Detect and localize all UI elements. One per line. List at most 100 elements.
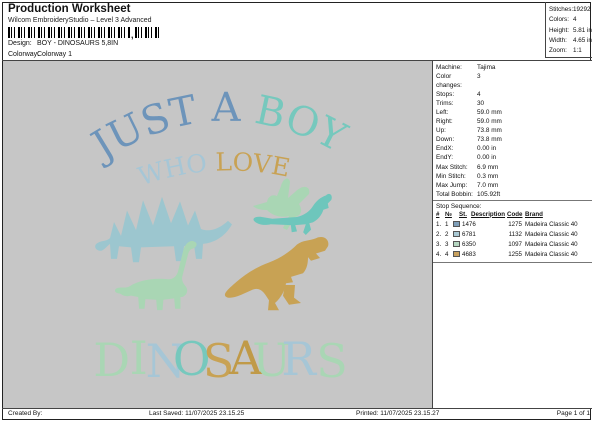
endy-value: 0.00 in [477,154,497,162]
row2-no: 2 [445,230,449,238]
embroidery-design: JUST A BOY WHO LOVES D I [0,38,354,388]
left-label: Left: [436,109,449,117]
color-changes-value: 3 [477,73,481,81]
total-bobbin-label: Total Bobbin: [436,190,473,198]
row4-brand: Madeira Classic 40 [525,250,578,258]
trex-silhouette [224,237,329,311]
barcode-bars-tail [134,27,161,38]
row1-code: 1275 [508,220,522,228]
up-value: 73.8 mm [477,127,502,135]
colorway-row: Colorway: Colorway 1 [8,51,72,58]
barcode-bars-main [8,27,130,38]
row3-num: 3. [436,240,442,248]
row1-thread-swatch [453,220,460,228]
machine-stats-list: Machine: Tajima Color changes: 3 Stops: 4 T… [433,61,592,199]
colors-label: Colors: [549,16,569,24]
design-preview: JUST A BOY WHO LOVES D I [0,38,432,408]
stop-table-bottom-border [433,261,592,263]
production-worksheet-page: Production Worksheet Wilcom EmbroiderySt… [0,0,600,424]
row1-st: 1476 [462,220,476,228]
design-label: Design: [8,40,32,47]
trex-back-leg [283,285,301,305]
design-name-row: Design: BOY - DINOSAURS 5,8IN [8,40,118,47]
machine-value: Tajima [477,64,496,71]
stop-row-4: 4. 4 4683 1255 Madeira Classic 40 [433,250,592,260]
zoom-value: 1:1 [573,47,582,55]
footer-divider [2,408,592,409]
row3-code: 1097 [508,240,522,248]
row4-code: 1255 [508,250,522,258]
col-brand: Brand [525,210,543,218]
row3-brand: Madeira Classic 40 [525,240,578,248]
row1-brand: Madeira Classic 40 [525,220,578,228]
min-stitch-value: 0.3 mm [477,172,499,180]
brontosaurus-silhouette [114,240,197,311]
row2-thread-swatch [453,230,460,238]
color-changes-label: Color changes: [436,73,462,90]
col-no: № [445,210,452,218]
stop-sequence-header: # № St. Description Code Brand [433,211,592,220]
width-label: Width: [549,36,567,44]
colors-value: 4 [573,16,577,24]
stops-value: 4 [477,91,481,99]
row4-thread-swatch [453,250,460,258]
text-who: WHO [135,148,216,192]
max-jump-value: 7.0 mm [477,181,499,189]
max-stitch-label: Max Stitch: [436,163,468,171]
row3-st: 6350 [462,240,476,248]
stop-row-2: 2. 2 6781 1132 Madeira Classic 40 [433,230,592,240]
col-st: St. [459,210,467,218]
software-subtitle: Wilcom EmbroideryStudio – Level 3 Advanc… [8,17,152,24]
row1-num: 1. [436,220,442,228]
right-label: Right: [436,118,453,126]
left-value: 59.0 mm [477,109,502,117]
row4-no: 4 [445,250,449,258]
trims-value: 30 [477,100,485,108]
row3-thread-swatch [453,240,460,248]
stitches-label: Stitches: [549,6,574,13]
stop-row-3: 3. 3 6350 1097 Madeira Classic 40 [433,240,592,250]
row2-num: 2. [436,230,442,238]
col-description: Description [471,210,506,218]
endx-label: EndX: [436,145,454,153]
total-bobbin-value: 105.92ft [477,190,501,198]
row2-brand: Madeira Classic 40 [525,230,578,238]
text-dinosaurs: D I N O S A U R S [93,331,348,388]
height-value: 5.81 in [573,26,592,34]
stitches-value: 19292 [573,6,591,13]
design-barcode: , [8,26,161,40]
row3-no: 3 [445,240,449,248]
up-label: Up: [436,127,446,135]
letter-r: R [281,332,317,386]
machine-label: Machine: [436,64,462,71]
row4-num: 4. [436,250,442,258]
colorway-label: Colorway: [8,50,40,58]
stops-label: Stops: [436,91,455,99]
created-by-label: Created By: [8,410,43,417]
letter-d: D [93,333,130,387]
row2-st: 6781 [462,230,476,238]
last-saved-text: Last Saved: 11/07/2025 23.15.25 [149,410,245,417]
machine-info-panel: Machine: Tajima Color changes: 3 Stops: 4 T… [432,61,592,408]
design-summary-box: Stitches: 19292 Colors: 4 Height: 5.81 in W… [545,2,592,58]
design-value: BOY - DINOSAURS 5,8IN [37,40,119,47]
trims-label: Trims: [436,100,454,108]
col-num: # [436,210,440,218]
max-stitch-value: 6.9 mm [477,163,499,171]
stop-row-1: 1. 1 1476 1275 Madeira Classic 40 [433,220,592,230]
row1-no: 1 [445,220,449,228]
page-number: Page 1 of 1 [556,410,590,417]
width-value: 4.65 in [573,36,592,44]
max-jump-label: Max Jump: [436,181,468,189]
min-stitch-label: Min Stitch: [436,172,466,180]
row2-code: 1132 [508,230,522,238]
height-label: Height: [549,26,569,34]
down-label: Down: [436,136,455,144]
colorway-value: Colorway 1 [37,50,73,58]
stop-sequence-title: Stop Sequence: [436,202,482,210]
row4-st: 4683 [462,250,476,258]
down-value: 73.8 mm [477,136,502,144]
printed-text: Printed: 11/07/2025 23.15.27 [356,410,440,417]
page-title: Production Worksheet [8,3,131,15]
col-code: Code [507,210,523,218]
